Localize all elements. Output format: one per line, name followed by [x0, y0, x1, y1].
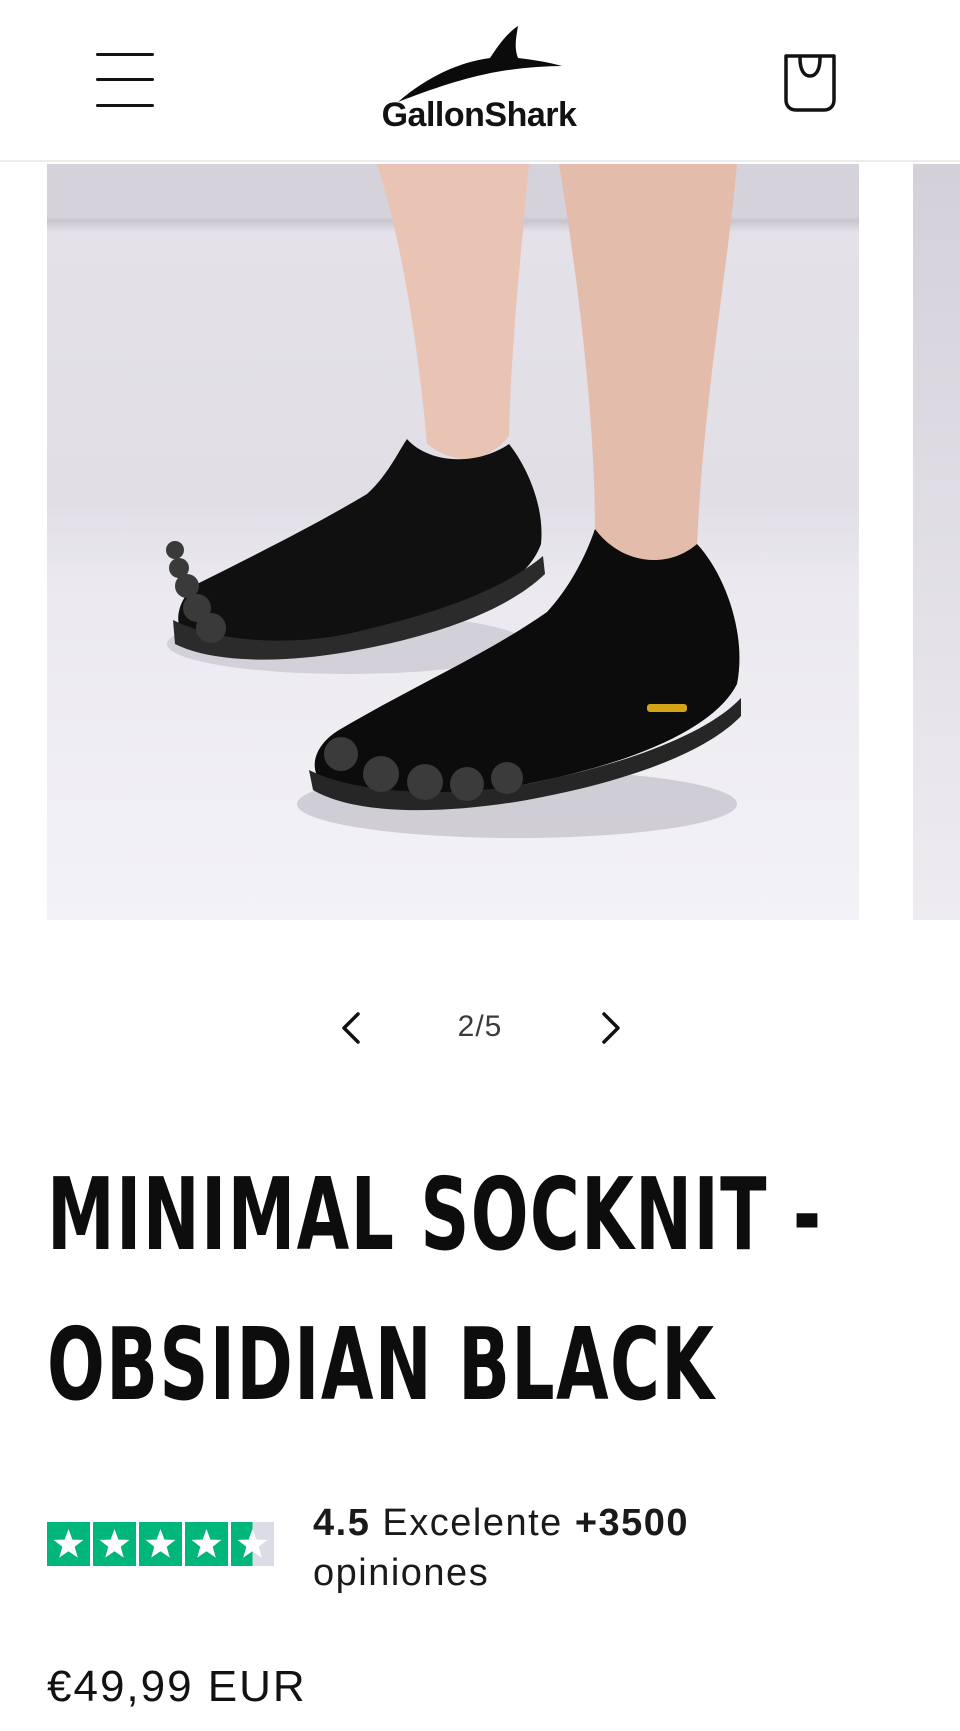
hamburger-menu-icon-line — [96, 104, 154, 107]
rating-star-icon — [47, 1522, 90, 1566]
hamburger-menu-icon-line — [96, 78, 154, 81]
chevron-right-icon — [602, 1012, 620, 1044]
product-title: MINIMAL SOCKNIT - OBSIDIAN BLACK — [47, 1156, 823, 1423]
chevron-left-icon — [342, 1012, 360, 1044]
rating-score: 4.5 — [313, 1502, 371, 1544]
product-image[interactable] — [47, 164, 859, 920]
product-price: €49,99 EUR — [47, 1662, 307, 1711]
rating-star-icon — [139, 1522, 182, 1566]
brand-name: GallonShark — [381, 96, 577, 134]
rating-count-suffix: opiniones — [313, 1552, 490, 1594]
rating-label: Excelente — [382, 1502, 563, 1544]
image-counter: 2/5 — [457, 1010, 503, 1043]
menu-button[interactable] — [86, 44, 164, 118]
hamburger-menu-icon — [96, 53, 154, 56]
rating-summary: 4.5 Excelente +3500 opiniones — [313, 1498, 873, 1598]
cart-button[interactable] — [776, 44, 844, 114]
rating-star-icon — [93, 1522, 136, 1566]
gallery-slider-controls: 2/5 — [0, 990, 960, 1066]
shark-fin-icon — [398, 26, 562, 102]
site-header: GallonShark — [0, 0, 960, 162]
rating-star-icon — [231, 1522, 274, 1566]
next-image-button[interactable] — [572, 990, 648, 1066]
rating-star-icon — [185, 1522, 228, 1566]
trustpilot-rating[interactable]: 4.5 Excelente +3500 opiniones — [47, 1498, 917, 1598]
brand-logo[interactable]: GallonShark — [368, 24, 590, 140]
rating-count: +3500 — [574, 1502, 690, 1544]
product-gallery[interactable] — [0, 164, 960, 920]
shopping-bag-icon — [784, 54, 836, 112]
product-photo-illustration — [166, 164, 741, 838]
next-product-image-peek[interactable] — [913, 164, 960, 920]
previous-image-button[interactable] — [314, 990, 390, 1066]
rating-stars — [47, 1522, 274, 1566]
